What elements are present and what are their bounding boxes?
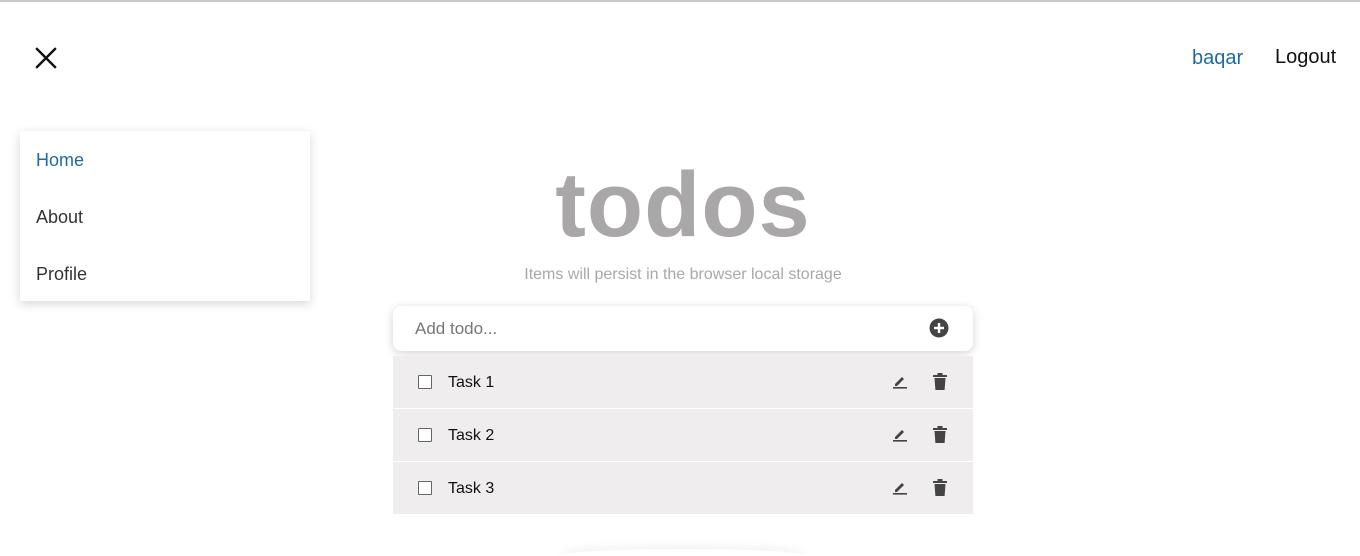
todo-checkbox[interactable] [418, 375, 432, 389]
todo-item: Task 3 [393, 462, 973, 514]
todo-list: Task 1 Task 2 Task 3 [393, 356, 973, 515]
add-todo-button[interactable] [929, 318, 949, 338]
edit-todo-button[interactable] [891, 425, 909, 443]
todo-checkbox[interactable] [418, 481, 432, 495]
page-subtitle: Items will persist in the browser local … [524, 266, 842, 283]
close-menu-button[interactable] [30, 42, 62, 74]
todo-checkbox[interactable] [418, 428, 432, 442]
todo-item: Task 2 [393, 409, 973, 461]
delete-todo-button[interactable] [931, 371, 949, 391]
edit-todo-button[interactable] [891, 372, 909, 390]
trash-icon [933, 425, 947, 443]
close-icon [35, 47, 57, 69]
trash-icon [933, 372, 947, 390]
delete-todo-button[interactable] [931, 424, 949, 444]
page-title: todos [555, 154, 811, 256]
footer-shadow [560, 549, 806, 556]
top-rule [0, 0, 1360, 2]
trash-icon [933, 478, 947, 496]
todo-text: Task 2 [448, 427, 495, 444]
todo-text: Task 1 [448, 374, 495, 391]
pencil-icon [893, 430, 907, 442]
logout-button[interactable]: Logout [1275, 45, 1336, 69]
pencil-icon [893, 483, 907, 495]
pencil-icon [893, 377, 907, 389]
todo-item: Task 1 [393, 356, 973, 408]
todo-text: Task 3 [448, 480, 495, 497]
add-todo-input[interactable] [415, 317, 895, 341]
edit-todo-button[interactable] [891, 478, 909, 496]
add-todo-form [393, 306, 973, 351]
plus-circle-icon [929, 318, 949, 338]
delete-todo-button[interactable] [931, 477, 949, 497]
username-link[interactable]: baqar [1192, 46, 1243, 70]
